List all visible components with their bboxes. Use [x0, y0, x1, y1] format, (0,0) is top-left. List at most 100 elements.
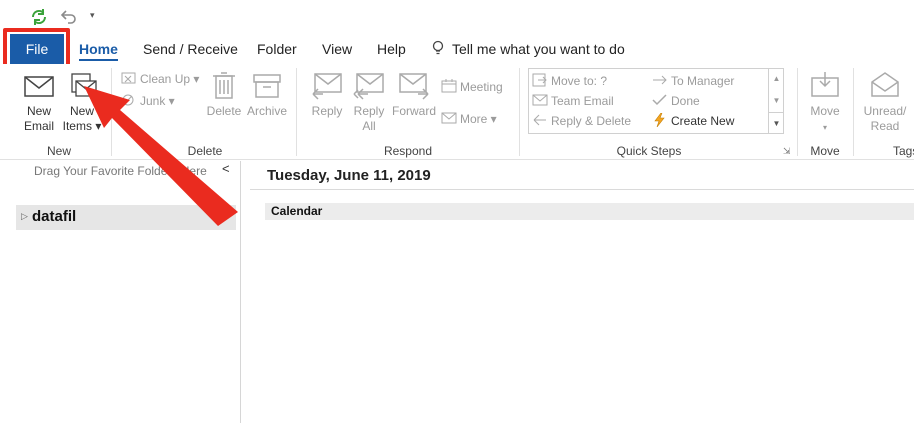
new-email-label-2: Email — [23, 119, 54, 133]
arrow-right-icon — [652, 73, 668, 87]
ribbon: New Email New Items ▾ New Clean Up ▾ Jun… — [0, 64, 914, 160]
quick-step-reply-delete[interactable]: Reply & Delete — [532, 112, 631, 130]
date-heading: Tuesday, June 11, 2019 — [267, 167, 431, 184]
reply-delete-icon — [532, 113, 548, 127]
tab-view[interactable]: View — [322, 34, 352, 64]
more-respond-button[interactable]: More ▾ — [441, 110, 497, 128]
more-icon — [441, 111, 457, 125]
group-label-respond: Respond — [383, 144, 433, 158]
new-items-button[interactable]: New Items ▾ — [62, 70, 102, 134]
quick-step-done[interactable]: Done — [652, 92, 700, 110]
unread-read-label-1: Unread/ — [863, 104, 907, 118]
unread-read-label-2: Read — [870, 119, 900, 133]
checkmark-icon — [652, 93, 668, 107]
team-email-label: Team Email — [551, 94, 614, 108]
dialog-launcher-icon[interactable]: ⇲ — [783, 142, 791, 160]
junk-icon — [121, 93, 137, 107]
reply-all-button[interactable]: Reply All — [351, 70, 387, 134]
lightning-icon — [652, 112, 668, 128]
scroll-down-icon[interactable]: ▼ — [769, 90, 784, 112]
envelope-icon — [24, 76, 54, 97]
quick-step-create-new[interactable]: Create New — [652, 112, 734, 130]
tell-me-search[interactable]: Tell me what you want to do — [432, 34, 625, 64]
move-label: Move — [810, 104, 840, 118]
group-separator — [296, 68, 297, 156]
calendar-icon — [441, 79, 457, 93]
delete-label: Delete — [206, 104, 242, 118]
undo-icon[interactable] — [58, 8, 78, 26]
meeting-button[interactable]: Meeting — [441, 78, 503, 96]
reply-all-label-1: Reply — [353, 104, 385, 118]
archive-label: Archive — [246, 104, 287, 118]
tab-home[interactable]: Home — [79, 34, 118, 64]
meeting-label: Meeting — [460, 80, 503, 94]
reply-all-icon — [353, 73, 384, 100]
calendar-section-header[interactable]: Calendar — [265, 203, 914, 220]
reply-delete-label: Reply & Delete — [551, 114, 632, 128]
gallery-expand-icon[interactable]: ▼ — [769, 112, 784, 134]
more-label: More ▾ — [460, 112, 497, 126]
group-separator — [519, 68, 520, 156]
favorites-hint: Drag Your Favorite Folders Here — [34, 164, 207, 178]
move-dropdown-icon: ▾ — [822, 123, 827, 132]
quick-access-toolbar: ▾ — [0, 0, 914, 34]
quick-step-to-manager[interactable]: To Manager — [652, 72, 734, 90]
customize-qat-icon[interactable]: ▾ — [90, 10, 110, 28]
move-to-label: Move to: ? — [551, 74, 608, 88]
group-separator — [111, 68, 112, 156]
open-envelope-icon — [871, 72, 899, 97]
archive-button[interactable]: Archive — [245, 70, 289, 119]
team-email-icon — [532, 93, 548, 107]
reply-all-label-2: All — [362, 119, 376, 133]
group-label-tags: Tags — [893, 144, 914, 158]
folder-move-icon — [811, 72, 839, 97]
junk-label: Junk ▾ — [140, 94, 175, 108]
forward-label: Forward — [391, 104, 436, 118]
collapse-pane-icon[interactable]: < — [222, 161, 230, 176]
unread-read-button[interactable]: Unread/ Read — [862, 70, 908, 134]
clean-up-button[interactable]: Clean Up ▾ — [121, 70, 199, 88]
tab-folder[interactable]: Folder — [257, 34, 297, 64]
group-label-new: New — [46, 144, 71, 158]
delete-button[interactable]: Delete — [205, 70, 243, 119]
folder-name: datafil — [32, 208, 77, 225]
tab-send-receive[interactable]: Send / Receive — [143, 34, 238, 64]
quick-steps-scroll[interactable]: ▲ ▼ ▼ — [768, 68, 784, 134]
outlook-window: ▾ File Home Send / Receive Folder View H… — [0, 0, 914, 423]
ribbon-tabs: File Home Send / Receive Folder View Hel… — [0, 34, 914, 64]
create-new-label: Create New — [671, 114, 735, 128]
calendar-label: Calendar — [271, 204, 323, 218]
forward-button[interactable]: Forward — [391, 70, 437, 119]
divider — [250, 189, 914, 190]
folder-item-datafil[interactable]: ▷ datafil — [16, 205, 236, 230]
move-to-icon — [532, 73, 548, 87]
new-email-label-1: New — [26, 104, 51, 118]
scroll-up-icon[interactable]: ▲ — [769, 68, 784, 90]
archive-icon — [253, 74, 281, 98]
group-separator — [797, 68, 798, 156]
expand-arrow-icon[interactable]: ▷ — [21, 211, 28, 222]
tab-help[interactable]: Help — [377, 34, 406, 64]
group-label-delete: Delete — [187, 144, 223, 158]
quick-step-move-to[interactable]: Move to: ? — [532, 72, 607, 90]
folder-pane: Drag Your Favorite Folders Here < ▷ data… — [0, 161, 241, 423]
send-receive-all-icon[interactable] — [29, 8, 49, 26]
quick-step-team-email[interactable]: Team Email — [532, 92, 614, 110]
new-items-label-1: New — [69, 104, 94, 118]
reply-icon — [312, 73, 342, 100]
new-items-label-2: Items ▾ — [62, 119, 102, 133]
group-label-move: Move — [810, 144, 840, 158]
lightbulb-icon — [432, 40, 444, 55]
new-items-icon — [71, 73, 97, 97]
tell-me-label: Tell me what you want to do — [452, 41, 625, 57]
move-button[interactable]: Move ▾ — [808, 70, 842, 135]
group-separator — [853, 68, 854, 156]
clean-up-label: Clean Up ▾ — [140, 72, 200, 86]
trash-icon — [213, 72, 235, 99]
new-email-button[interactable]: New Email — [22, 70, 56, 134]
forward-icon — [399, 73, 429, 100]
reply-button[interactable]: Reply — [309, 70, 345, 119]
group-label-quick-steps: Quick Steps — [616, 144, 682, 158]
reply-label: Reply — [311, 104, 343, 118]
junk-button[interactable]: Junk ▾ — [121, 92, 175, 110]
